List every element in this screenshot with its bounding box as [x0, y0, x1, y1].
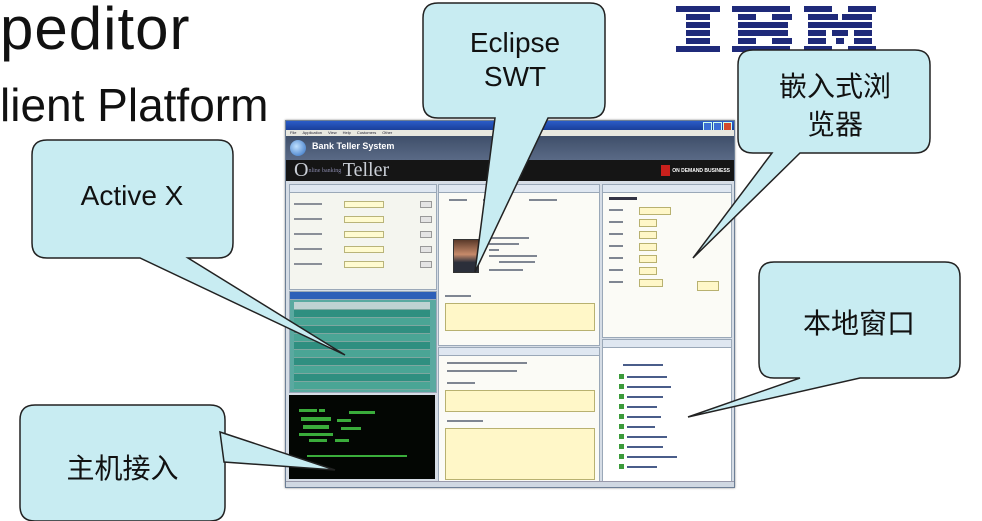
callout-host-access-text: 主机接入 — [66, 453, 179, 484]
callout-native-window-text: 本地窗口 — [802, 308, 915, 339]
callout-active-x-text: Active X — [80, 180, 184, 211]
callout-active-x — [31, 139, 346, 356]
callout-embedded-browser-text: 嵌入式浏 览器 — [778, 71, 891, 140]
callout-eclipse-text: Eclipse SWT — [469, 27, 561, 92]
callout-host-access-pointer — [219, 430, 336, 471]
